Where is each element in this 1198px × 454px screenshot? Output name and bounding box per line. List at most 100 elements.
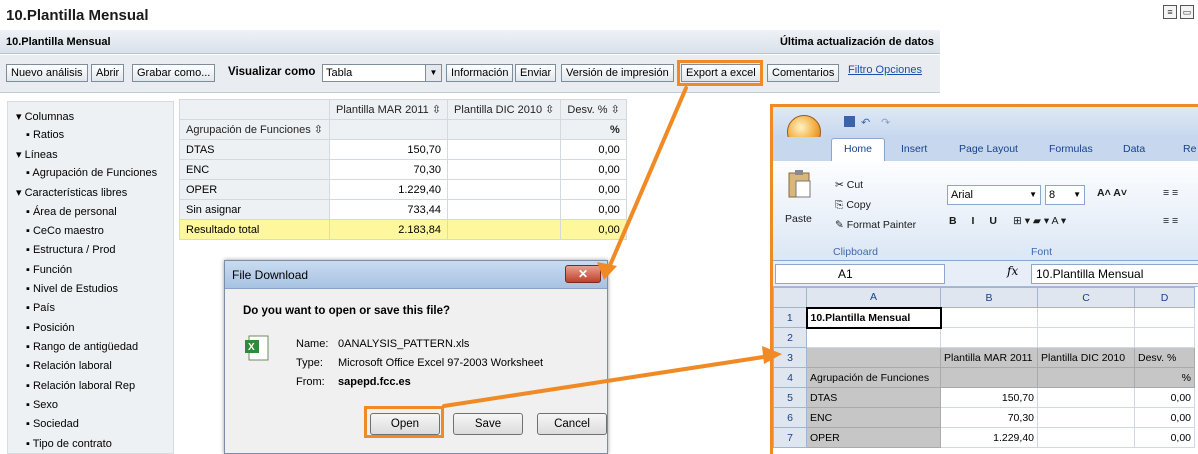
row-header[interactable]: 7 [773, 427, 807, 448]
cell[interactable]: DTAS [806, 387, 941, 408]
cell[interactable]: Agrupación de Funciones [806, 367, 941, 388]
visualize-as-select[interactable]: Tabla ▼ [322, 64, 442, 82]
close-icon[interactable]: ✕ [565, 265, 601, 283]
nav-item-nivel-estudios[interactable]: ▪ Nivel de Estudios [26, 283, 118, 295]
send-button[interactable]: Enviar [515, 64, 557, 82]
tab-formulas[interactable]: Formulas [1049, 143, 1093, 155]
formula-input[interactable]: 10.Plantilla Mensual [1031, 264, 1198, 284]
chevron-down-icon[interactable]: ▼ [1073, 186, 1081, 204]
cell[interactable] [1037, 427, 1135, 448]
column-header[interactable]: Plantilla DIC 2010 ⇳ [447, 99, 562, 120]
nav-item-estructura[interactable]: ▪ Estructura / Prod [26, 244, 116, 256]
column-header[interactable]: B [940, 287, 1038, 308]
justify-icons[interactable]: ≡ ≡ [1163, 215, 1178, 227]
column-header[interactable]: Desv. % ⇳ [560, 99, 627, 120]
save-file-button[interactable]: Save [453, 413, 523, 435]
row-header[interactable]: 3 [773, 347, 807, 368]
cell[interactable] [806, 327, 941, 348]
font-size-select[interactable]: 8 ▼ [1045, 185, 1085, 205]
tab-data[interactable]: Data [1123, 143, 1145, 155]
new-analysis-button[interactable]: Nuevo análisis [6, 64, 88, 82]
tab-home[interactable]: Home [831, 138, 886, 161]
cell[interactable]: 0,00 [1134, 387, 1195, 408]
row-header[interactable]: 5 [773, 387, 807, 408]
nav-item-sociedad[interactable]: ▪ Sociedad [26, 418, 79, 430]
cell-a1[interactable]: 10.Plantilla Mensual [805, 306, 942, 329]
nav-item-ceco[interactable]: ▪ CeCo maestro [26, 225, 104, 237]
column-header[interactable]: D [1134, 287, 1195, 308]
cancel-button[interactable]: Cancel [537, 413, 607, 435]
nav-item-ratios[interactable]: ▪ Ratios [26, 129, 64, 141]
cell[interactable]: 150,70 [940, 387, 1038, 408]
cell[interactable]: Desv. % [1134, 347, 1195, 368]
nav-item-area-personal[interactable]: ▪ Área de personal [26, 206, 117, 218]
cell[interactable] [1037, 387, 1135, 408]
nav-item-agrupacion[interactable]: ▪ Agrupación de Funciones [26, 167, 157, 179]
format-painter-button[interactable]: ✎ Format Painter [835, 219, 916, 231]
cell[interactable] [1037, 307, 1135, 328]
nav-item-sexo[interactable]: ▪ Sexo [26, 399, 58, 411]
row-header[interactable]: 2 [773, 327, 807, 348]
cell[interactable]: ENC [806, 407, 941, 428]
nav-item-pais[interactable]: ▪ País [26, 302, 55, 314]
grow-shrink-font-icons[interactable]: A˄ A˅ [1097, 187, 1127, 199]
cell[interactable]: % [1134, 367, 1195, 388]
column-header[interactable]: Plantilla MAR 2011 ⇳ [329, 99, 449, 120]
document-icon[interactable]: ≡ [1163, 5, 1177, 19]
function-icon[interactable]: fx [1007, 264, 1018, 278]
borders-fill-color-icons[interactable]: ⊞ ▾ ▰ ▾ A ▾ [1013, 215, 1066, 227]
column-header[interactable]: A [806, 287, 941, 308]
cell[interactable]: 1.229,40 [940, 427, 1038, 448]
tab-review[interactable]: Re [1183, 143, 1196, 155]
row-header-label[interactable]: Agrupación de Funciones ⇳ [178, 119, 331, 140]
comments-button[interactable]: Comentarios [767, 64, 840, 82]
options-link[interactable]: Opciones [876, 64, 922, 76]
cell[interactable] [940, 307, 1038, 328]
filter-link[interactable]: Filtro [848, 64, 872, 76]
nav-item-relacion-rep[interactable]: ▪ Relación laboral Rep [26, 380, 135, 392]
cell[interactable] [940, 327, 1038, 348]
paste-button[interactable]: Paste [785, 213, 812, 225]
nav-item-relacion[interactable]: ▪ Relación laboral [26, 360, 112, 372]
nav-item-rango[interactable]: ▪ Rango de antigüedad [26, 341, 138, 353]
column-header[interactable]: C [1037, 287, 1135, 308]
cell[interactable] [1037, 407, 1135, 428]
cell[interactable]: Plantilla MAR 2011 [940, 347, 1038, 368]
nav-section-free-characteristics[interactable]: ▾ Características libres [16, 186, 127, 199]
bold-italic-underline-icons[interactable]: B I U [949, 215, 1003, 227]
row-header[interactable]: 4 [773, 367, 807, 388]
nav-item-funcion[interactable]: ▪ Función [26, 264, 72, 276]
nav-item-posicion[interactable]: ▪ Posición [26, 322, 75, 334]
chevron-down-icon[interactable]: ▼ [1029, 186, 1037, 204]
nav-section-lines[interactable]: ▾ Líneas [16, 148, 58, 161]
align-icons[interactable]: ≡ ≡ [1163, 187, 1178, 199]
print-version-button[interactable]: Versión de impresión [561, 64, 674, 82]
information-button[interactable]: Información [446, 64, 514, 82]
restore-icon[interactable]: ▭ [1180, 5, 1194, 19]
dialog-title-bar[interactable]: File Download ✕ [225, 261, 607, 289]
tab-page-layout[interactable]: Page Layout [959, 143, 1018, 155]
row-header[interactable]: 6 [773, 407, 807, 428]
name-box[interactable]: A1 [775, 264, 945, 284]
select-all-corner[interactable] [773, 287, 807, 308]
cell[interactable] [1134, 327, 1195, 348]
font-name-select[interactable]: Arial ▼ [947, 185, 1041, 205]
copy-button[interactable]: ⎘ Copy [835, 199, 871, 212]
save-as-button[interactable]: Grabar como... [132, 64, 216, 82]
cell[interactable]: Plantilla DIC 2010 [1037, 347, 1135, 368]
cell[interactable]: 70,30 [940, 407, 1038, 428]
cell[interactable] [1037, 367, 1135, 388]
cell[interactable]: OPER [806, 427, 941, 448]
cell[interactable]: 0,00 [1134, 407, 1195, 428]
tab-insert[interactable]: Insert [901, 143, 927, 155]
cut-button[interactable]: ✂ Cut [835, 179, 863, 191]
row-header[interactable]: 1 [773, 307, 807, 328]
nav-section-columns[interactable]: ▾ Columnas [16, 110, 74, 123]
cell[interactable] [940, 367, 1038, 388]
open-button[interactable]: Abrir [91, 64, 125, 82]
cell[interactable] [806, 347, 941, 368]
cell[interactable] [1134, 307, 1195, 328]
cell[interactable]: 0,00 [1134, 427, 1195, 448]
cell[interactable] [1037, 327, 1135, 348]
chevron-down-icon[interactable]: ▼ [425, 65, 441, 81]
